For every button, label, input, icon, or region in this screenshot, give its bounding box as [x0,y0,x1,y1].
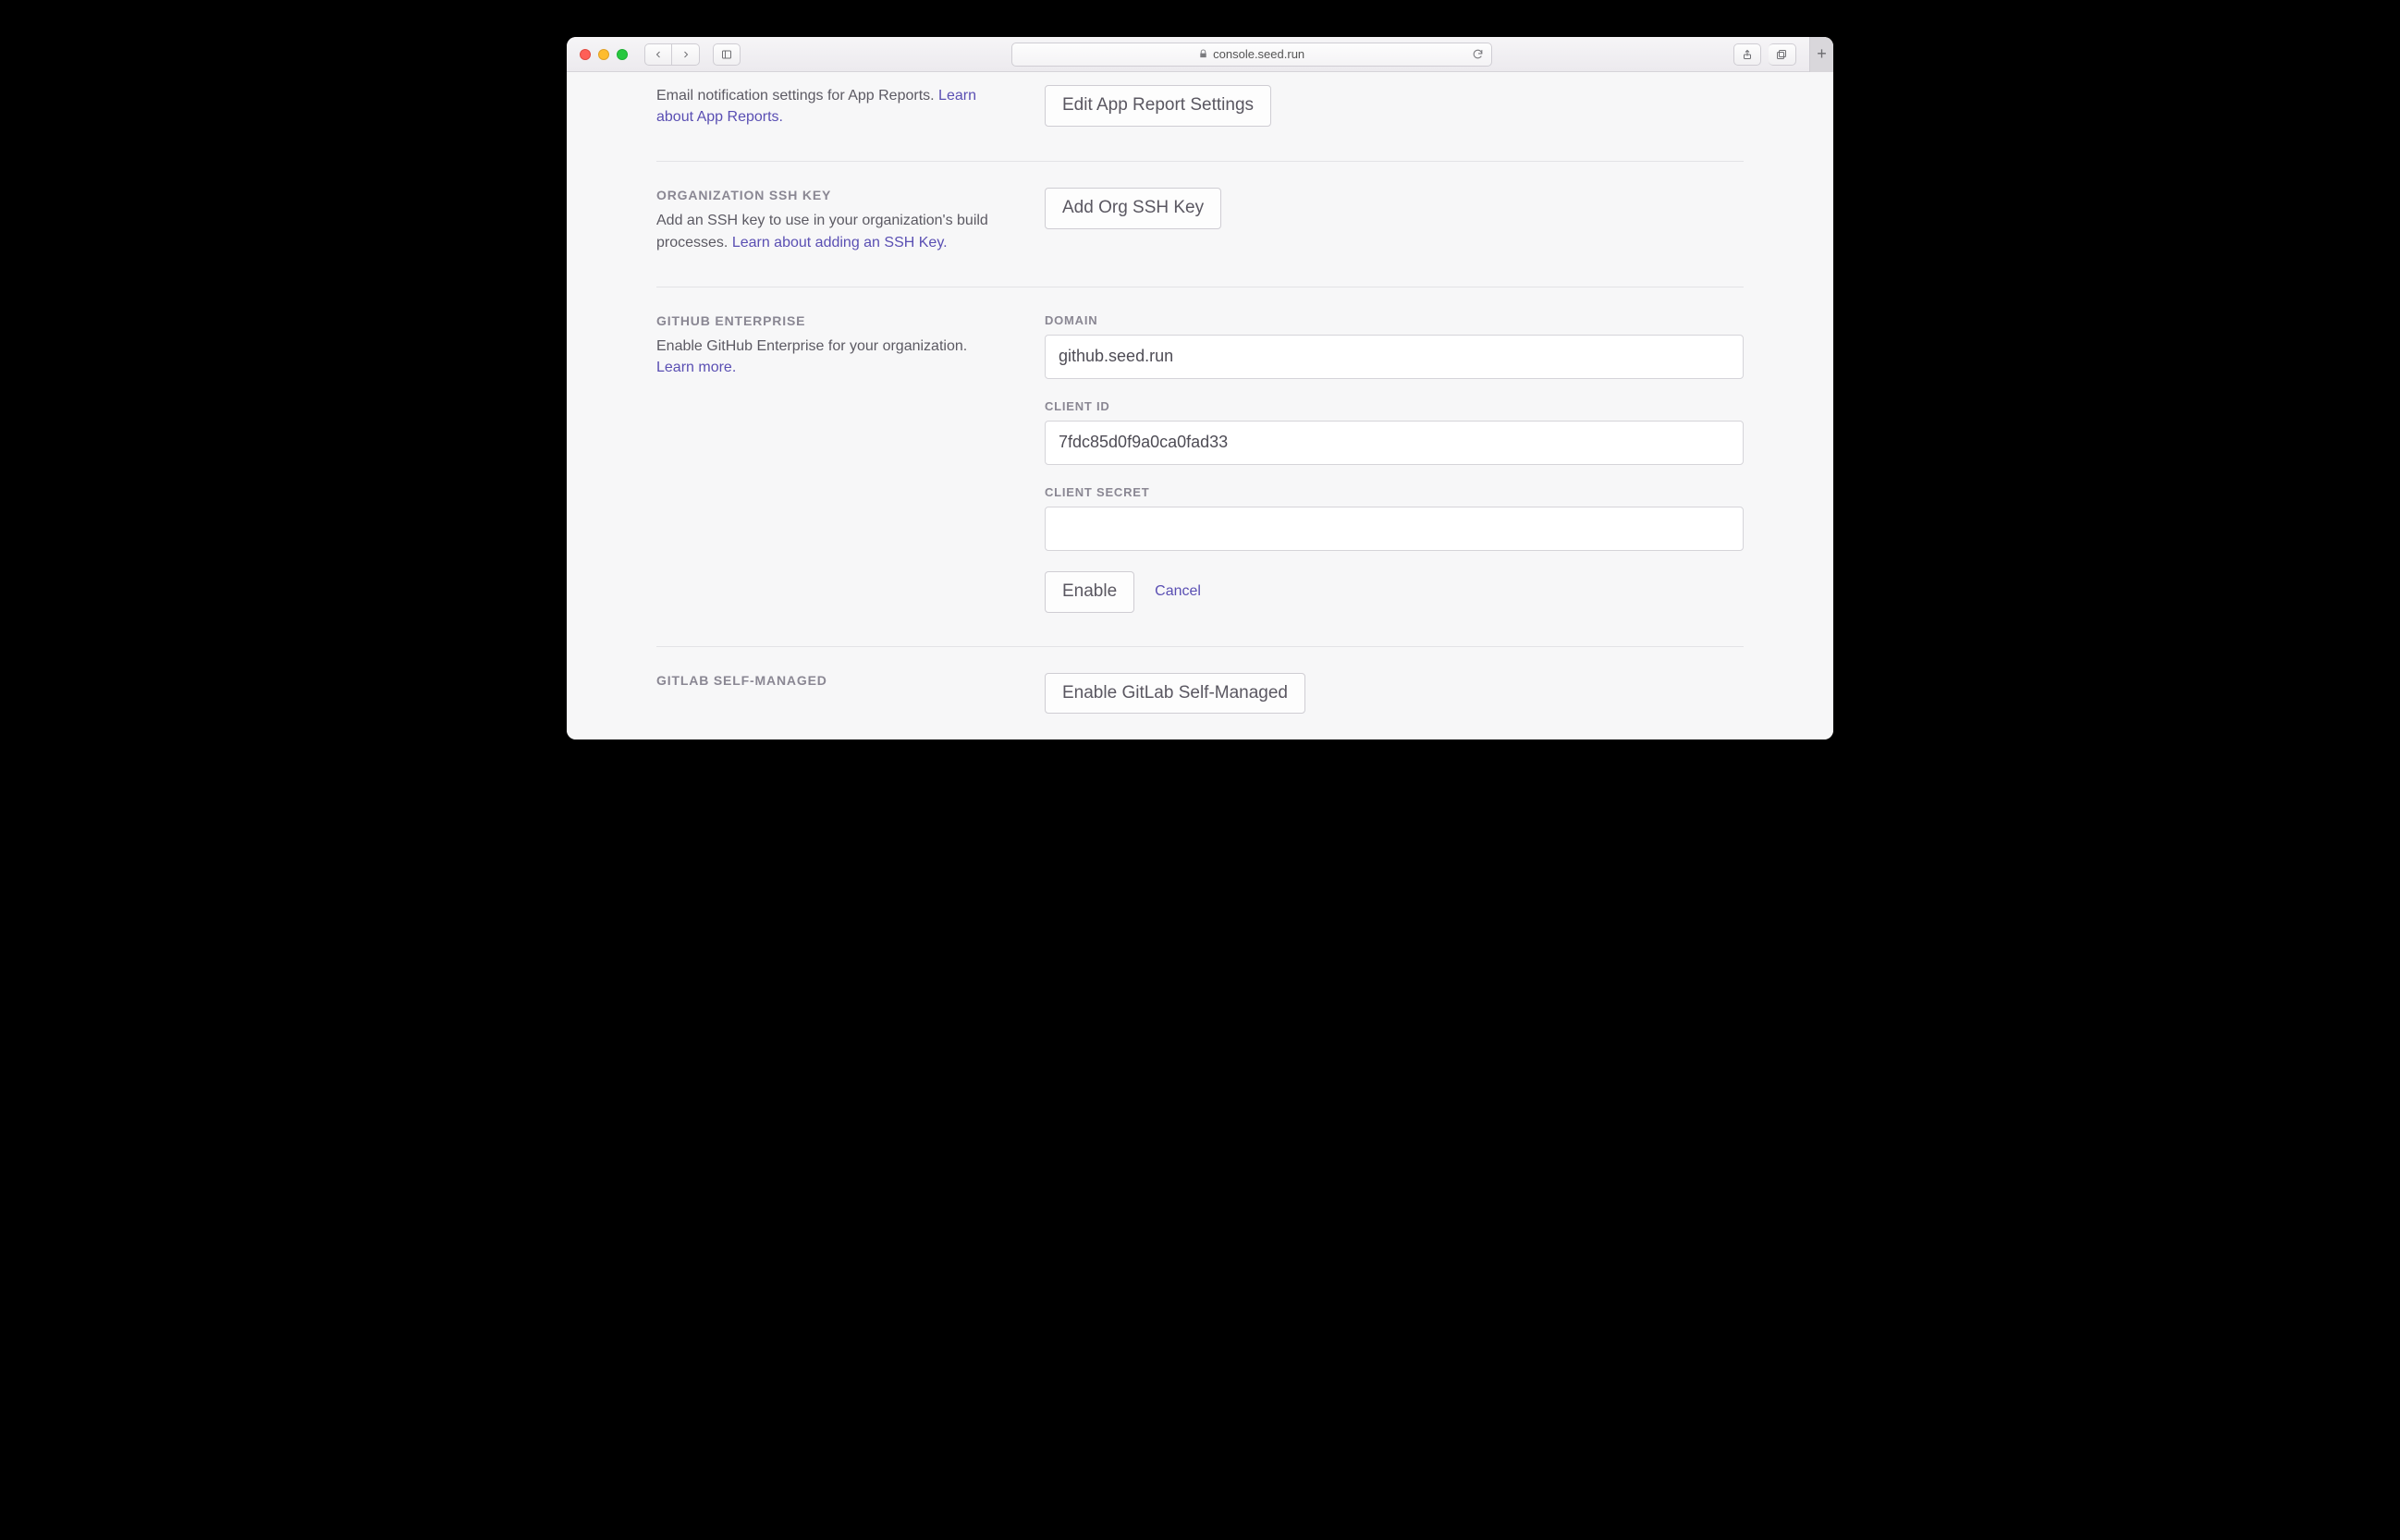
back-button[interactable] [644,43,672,66]
edit-app-report-settings-button[interactable]: Edit App Report Settings [1045,85,1271,127]
section-github-enterprise: GITHUB ENTERPRISE Enable GitHub Enterpri… [656,287,1744,647]
forward-button[interactable] [672,43,700,66]
client-secret-input[interactable] [1045,507,1744,551]
page-body: Email notification settings for App Repo… [567,72,1833,739]
gitlab-self-managed-title: GITLAB SELF-MANAGED [656,673,1008,688]
zoom-window-button[interactable] [617,49,628,60]
nav-buttons [644,43,700,66]
sidebar-toggle-button[interactable] [713,43,741,66]
domain-input[interactable] [1045,335,1744,379]
share-button[interactable] [1733,43,1761,66]
new-tab-button[interactable]: + [1809,37,1833,72]
cancel-github-enterprise-link[interactable]: Cancel [1155,583,1201,600]
org-ssh-key-title: ORGANIZATION SSH KEY [656,188,1008,202]
domain-label: DOMAIN [1045,313,1744,327]
address-bar[interactable]: console.seed.run [1011,43,1492,67]
add-org-ssh-key-button[interactable]: Add Org SSH Key [1045,188,1221,229]
minimize-window-button[interactable] [598,49,609,60]
browser-toolbar: console.seed.run + [567,37,1833,72]
enable-gitlab-self-managed-button[interactable]: Enable GitLab Self-Managed [1045,673,1305,715]
text: Email notification settings for App Repo… [656,88,938,104]
browser-window: console.seed.run + [567,37,1833,739]
share-icon [1742,49,1753,60]
window-controls [580,49,628,60]
client-id-input[interactable] [1045,421,1744,465]
plus-icon: + [1817,44,1827,64]
client-id-label: CLIENT ID [1045,399,1744,413]
section-org-ssh-key: ORGANIZATION SSH KEY Add an SSH key to u… [656,162,1744,287]
github-enterprise-title: GITHUB ENTERPRISE [656,313,1008,328]
enable-github-enterprise-button[interactable]: Enable [1045,571,1134,613]
chevron-right-icon [680,49,692,60]
chevron-left-icon [653,49,664,60]
client-secret-label: CLIENT SECRET [1045,485,1744,499]
sidebar-icon [721,49,732,60]
learn-ssh-key-link[interactable]: Learn about adding an SSH Key. [732,235,948,251]
learn-github-enterprise-link[interactable]: Learn more. [656,360,736,375]
org-ssh-key-description: Add an SSH key to use in your organizati… [656,210,1008,252]
section-gitlab-self-managed: GITLAB SELF-MANAGED Enable GitLab Self-M… [656,647,1744,715]
lock-icon [1198,49,1208,59]
tabs-button[interactable] [1769,43,1796,66]
tabs-icon [1776,49,1787,60]
url-host: console.seed.run [1213,47,1304,61]
github-enterprise-description: Enable GitHub Enterprise for your organi… [656,336,1008,378]
reload-icon[interactable] [1472,48,1484,60]
section-app-reports: Email notification settings for App Repo… [656,79,1744,162]
app-reports-description: Email notification settings for App Repo… [656,85,1008,128]
close-window-button[interactable] [580,49,591,60]
text: Enable GitHub Enterprise for your organi… [656,338,967,354]
